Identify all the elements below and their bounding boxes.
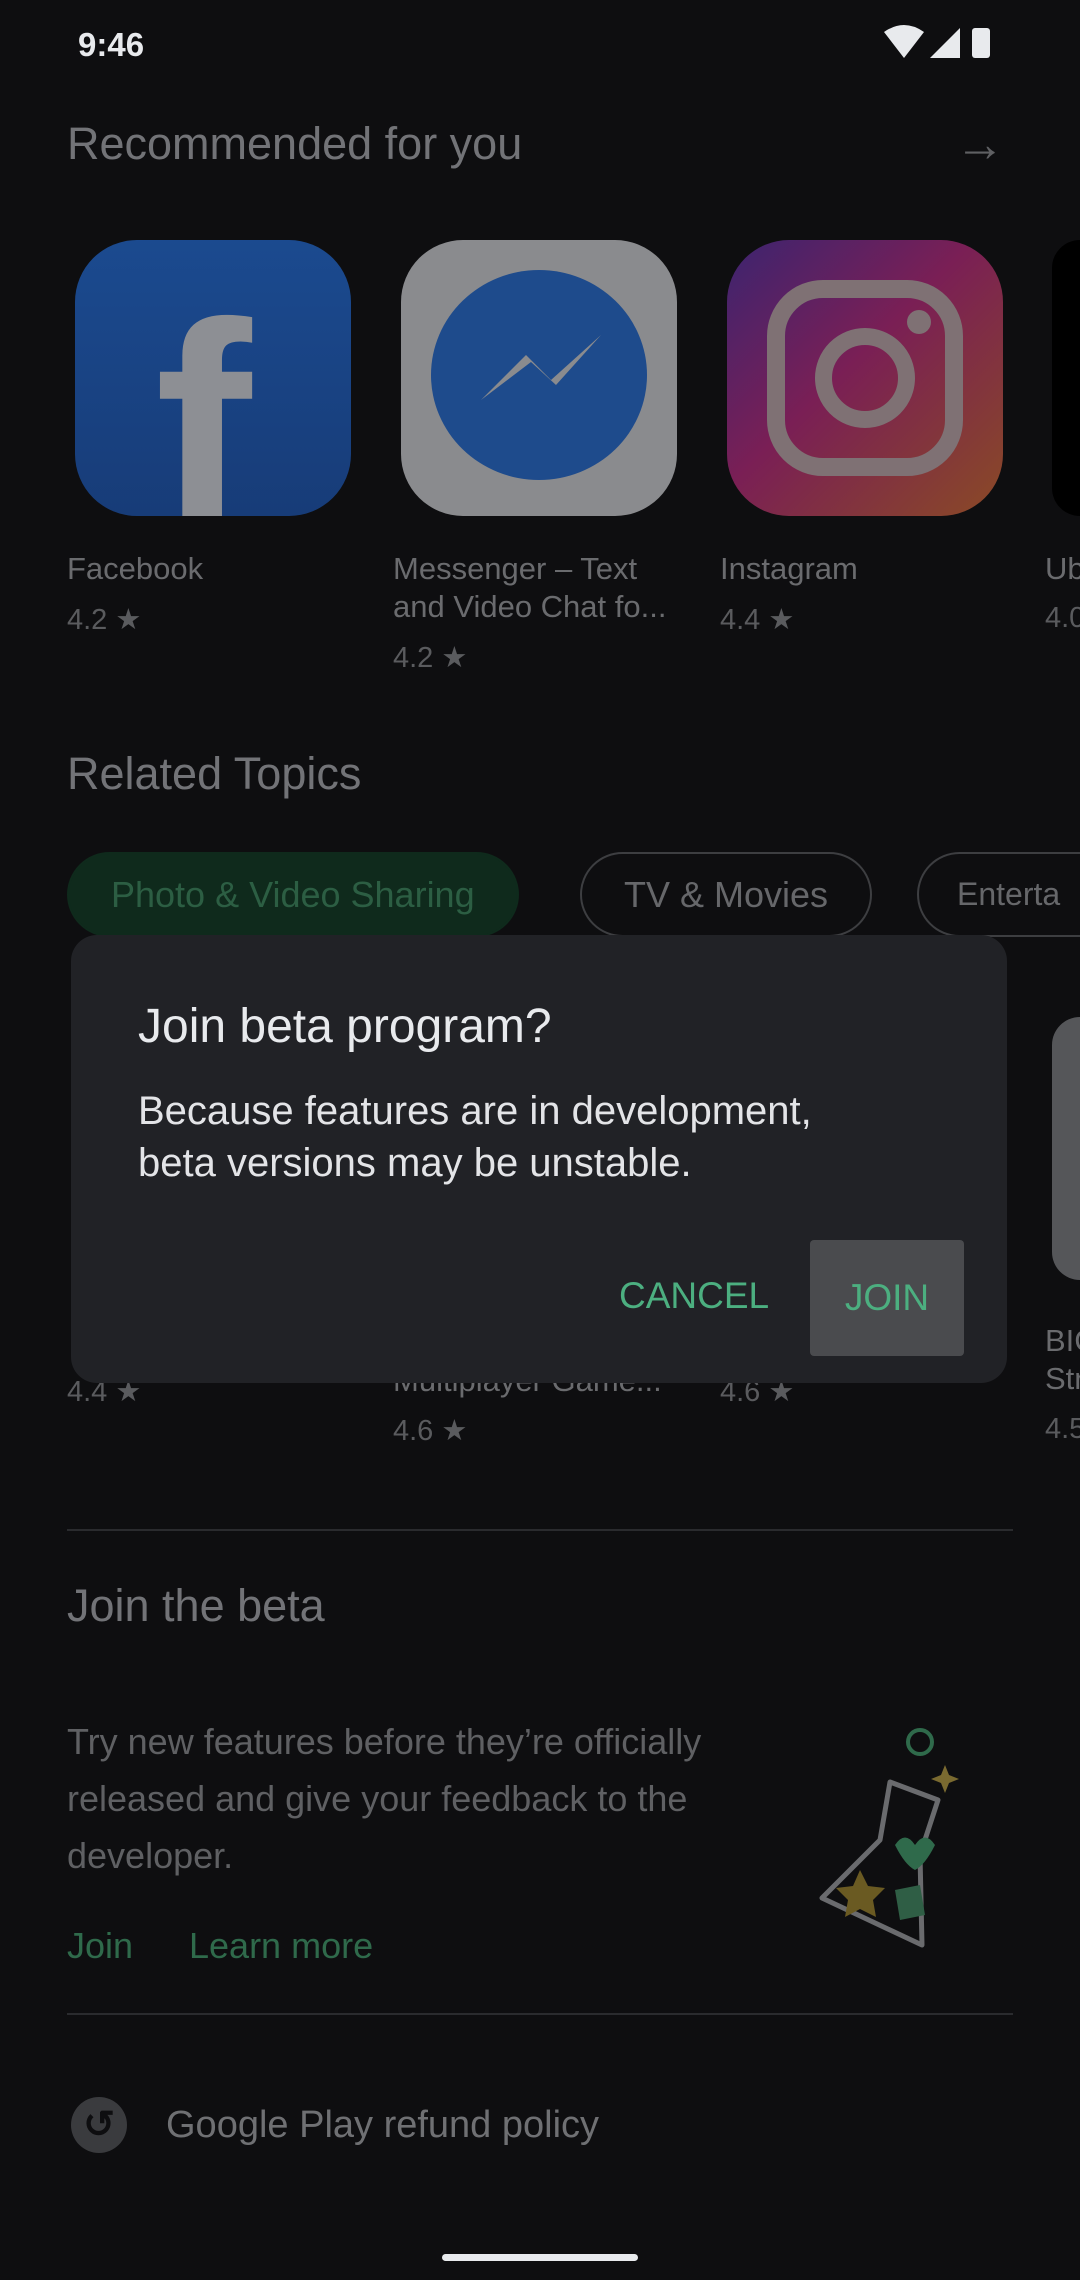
home-indicator[interactable]: [442, 2254, 638, 2261]
messenger-app-icon[interactable]: [401, 240, 677, 516]
dialog-message: Because features are in development, beta…: [138, 1089, 812, 1185]
join-beta-dialog: Join beta program? Because features are …: [71, 935, 1007, 1383]
recommended-title: Recommended for you: [67, 118, 523, 169]
learn-more-link[interactable]: Learn more: [189, 1925, 373, 1967]
app-rating: 4.2 ★: [67, 604, 142, 636]
uber-app-icon[interactable]: [1052, 240, 1080, 516]
arrow-right-icon[interactable]: →: [955, 115, 1005, 173]
join-button[interactable]: JOIN: [810, 1240, 964, 1356]
join-link[interactable]: Join: [67, 1925, 133, 1967]
app-rating: 4.2 ★: [393, 642, 468, 674]
app-rating: 4.5: [1045, 1413, 1080, 1445]
divider: [67, 2013, 1013, 2015]
beta-flask-illustration: [819, 1728, 959, 1948]
signal-icon: [930, 28, 960, 58]
refund-policy-link[interactable]: Google Play refund policy: [166, 2104, 599, 2147]
chip-photo-video[interactable]: Photo & Video Sharing: [67, 852, 519, 937]
chip-tv-movies[interactable]: TV & Movies: [580, 852, 873, 937]
wifi-icon: [884, 25, 924, 58]
cancel-button[interactable]: CANCEL: [619, 1275, 769, 1317]
instagram-app-icon[interactable]: [727, 240, 1003, 516]
related-topics-title: Related Topics: [67, 748, 362, 799]
divider: [67, 1529, 1013, 1531]
join-beta-title: Join the beta: [67, 1580, 325, 1631]
facebook-app-icon[interactable]: f: [75, 240, 351, 516]
app-rating: 4.6 ★: [393, 1415, 468, 1447]
app-icon-partial[interactable]: [1052, 1017, 1080, 1280]
battery-icon: [972, 28, 990, 58]
chip-entertainment[interactable]: Enterta: [917, 852, 1080, 937]
app-name[interactable]: Facebook: [67, 550, 203, 588]
status-time: 9:46: [78, 26, 145, 63]
status-icons: [884, 25, 990, 58]
app-name[interactable]: Instagram: [720, 550, 858, 588]
app-rating: 4.4 ★: [720, 604, 795, 636]
refund-icon: ↺: [71, 2097, 127, 2153]
app-name[interactable]: Ub: [1045, 550, 1080, 588]
app-rating: 4.0: [1045, 602, 1080, 634]
app-name[interactable]: BIGStr: [1045, 1322, 1080, 1398]
dialog-title: Join beta program?: [138, 1000, 552, 1053]
app-name[interactable]: Messenger – Text and Video Chat fo...: [393, 550, 666, 626]
beta-description: Try new features before they’re official…: [67, 1721, 702, 1876]
